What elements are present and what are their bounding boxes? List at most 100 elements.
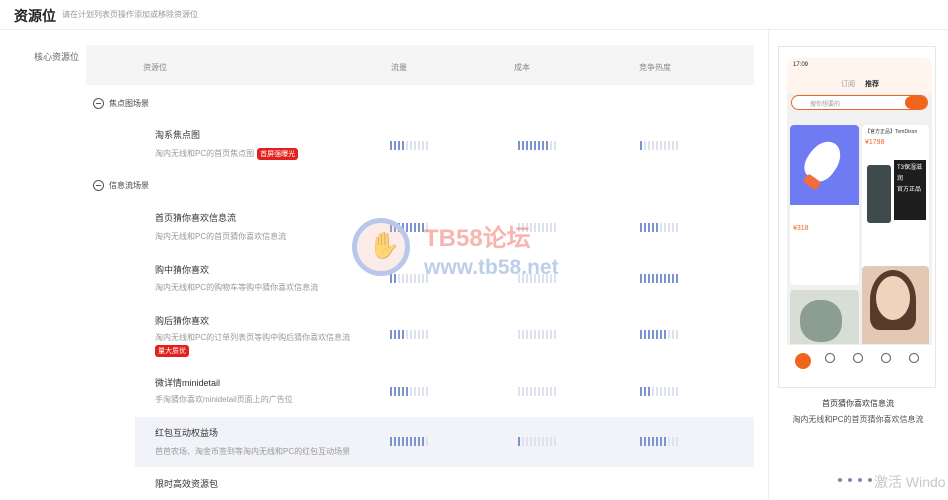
meter-segment bbox=[526, 140, 528, 150]
meter-segment bbox=[656, 436, 658, 446]
collapse-icon[interactable] bbox=[93, 97, 104, 109]
phone-tab-subscribe: 订阅 bbox=[841, 81, 855, 88]
meter-segment bbox=[518, 140, 520, 150]
table-header: 资源位 流量 成本 竞争热度 bbox=[86, 45, 754, 85]
preview-title: 首页猜你喜欢信息流 bbox=[822, 399, 894, 408]
meter-segment bbox=[656, 386, 658, 396]
meter-segment bbox=[668, 329, 670, 339]
table-row[interactable]: 红包互动权益场 芭芭农场、淘金币签到等淘内无线和PC的红包互动场景 bbox=[135, 417, 754, 467]
meter-segment bbox=[656, 329, 658, 339]
meter-segment bbox=[426, 329, 428, 339]
table-row[interactable]: 购后猜你喜欢 淘内无线和PC的订单列表页等购中购后猜你喜欢信息流 量大质优 bbox=[135, 310, 754, 366]
pager-dot[interactable] bbox=[838, 478, 842, 482]
phone-price: ¥318 bbox=[793, 225, 809, 232]
video-icon bbox=[825, 353, 835, 363]
meter-segment bbox=[550, 329, 552, 339]
meter-segment bbox=[668, 436, 670, 446]
meter-segment bbox=[402, 436, 404, 446]
meter-segment bbox=[542, 436, 544, 446]
meter-segment bbox=[542, 386, 544, 396]
meter-segment bbox=[530, 436, 532, 446]
phone-tab-recommend: 推荐 bbox=[865, 81, 879, 88]
row-desc: 淘内无线和PC的首页猜你喜欢信息流 bbox=[155, 232, 287, 241]
meter-segment bbox=[676, 329, 678, 339]
meter-segment bbox=[422, 436, 424, 446]
meter-segment bbox=[530, 386, 532, 396]
meter-segment bbox=[394, 140, 396, 150]
meter-segment bbox=[550, 436, 552, 446]
meter-segment bbox=[538, 140, 540, 150]
meter-segment bbox=[672, 329, 674, 339]
page-header: 资源位 请在计划列表页操作添加或移除资源位 bbox=[0, 0, 948, 30]
meter-segment bbox=[652, 386, 654, 396]
profile-icon bbox=[909, 353, 919, 363]
meter-segment bbox=[672, 222, 674, 232]
phone-search-button bbox=[905, 96, 927, 109]
meter-segment bbox=[644, 386, 646, 396]
meter-segment bbox=[640, 329, 642, 339]
meter-segment bbox=[652, 140, 654, 150]
collapse-icon[interactable] bbox=[93, 179, 104, 191]
meter-segment bbox=[656, 222, 658, 232]
meter-segment bbox=[530, 140, 532, 150]
meter-segment bbox=[660, 329, 662, 339]
group-header-feed[interactable]: 信息流场景 bbox=[93, 178, 149, 192]
cost-meter bbox=[518, 329, 556, 339]
meter-segment bbox=[538, 329, 540, 339]
pager-dot[interactable] bbox=[848, 478, 852, 482]
meter-segment bbox=[534, 386, 536, 396]
meter-segment bbox=[390, 329, 392, 339]
page-title: 资源位 bbox=[14, 8, 56, 24]
meter-segment bbox=[410, 386, 412, 396]
meter-segment bbox=[410, 436, 412, 446]
phone-price: ¥1798 bbox=[865, 139, 885, 146]
row-title: 购中猜你喜欢 bbox=[155, 265, 210, 275]
group-header-focus[interactable]: 焦点图场景 bbox=[93, 96, 149, 110]
meter-segment bbox=[406, 329, 408, 339]
meter-segment bbox=[390, 386, 392, 396]
heat-meter bbox=[640, 140, 678, 150]
meter-segment bbox=[554, 436, 556, 446]
message-icon bbox=[853, 353, 863, 363]
stone-image bbox=[800, 300, 842, 342]
row-desc: 淘内无线和PC的购物车等购中猜你喜欢信息流 bbox=[155, 283, 319, 292]
meter-segment bbox=[402, 386, 404, 396]
meter-segment bbox=[672, 140, 674, 150]
preview-pager[interactable] bbox=[838, 478, 872, 482]
meter-segment bbox=[668, 273, 670, 283]
meter-segment bbox=[640, 436, 642, 446]
meter-segment bbox=[414, 329, 416, 339]
table-row[interactable]: 微详情minidetail 手淘猜你喜欢minidetail页面上的广告位 bbox=[135, 370, 754, 412]
meter-segment bbox=[422, 386, 424, 396]
cost-meter bbox=[518, 436, 556, 446]
meter-segment bbox=[664, 140, 666, 150]
cart-icon bbox=[881, 353, 891, 363]
phone-time: 17:09 bbox=[793, 62, 809, 68]
phone-status-bar: 17:09 bbox=[787, 58, 932, 74]
meter-segment bbox=[402, 329, 404, 339]
meter-segment bbox=[426, 140, 428, 150]
traffic-meter bbox=[390, 140, 428, 150]
row-title: 购后猜你喜欢 bbox=[155, 316, 210, 326]
meter-segment bbox=[672, 436, 674, 446]
meter-segment bbox=[652, 273, 654, 283]
watermark-url: www.tb58.net bbox=[424, 256, 559, 279]
meter-segment bbox=[640, 273, 642, 283]
meter-segment bbox=[640, 222, 642, 232]
meter-segment bbox=[394, 386, 396, 396]
pager-dot[interactable] bbox=[868, 478, 872, 482]
meter-segment bbox=[414, 436, 416, 446]
table-row[interactable]: 淘系焦点图 淘内无线和PC的首页焦点图 首屏强曝光 bbox=[135, 122, 754, 170]
meter-segment bbox=[648, 386, 650, 396]
pager-dot[interactable] bbox=[858, 478, 862, 482]
meter-segment bbox=[554, 140, 556, 150]
meter-segment bbox=[542, 329, 544, 339]
page-subtitle: 请在计划列表页操作添加或移除资源位 bbox=[62, 10, 198, 19]
phone-bottom-nav bbox=[787, 344, 932, 380]
heat-meter bbox=[640, 273, 678, 283]
meter-segment bbox=[676, 222, 678, 232]
phone-card-rocket: ¥318 bbox=[790, 125, 859, 285]
phone-product-title: 【官方正品】TomDixon bbox=[865, 129, 918, 135]
meter-segment bbox=[554, 386, 556, 396]
table-row[interactable]: 限时高效资源包 bbox=[135, 472, 754, 500]
